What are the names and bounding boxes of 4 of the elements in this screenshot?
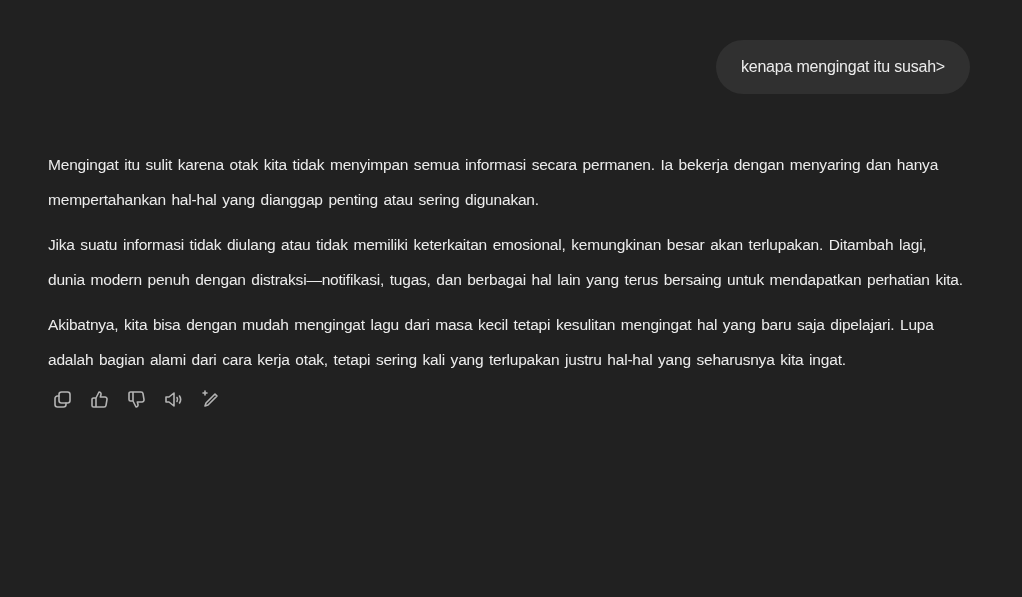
reply-paragraph: Akibatnya, kita bisa dengan mudah mengingat lagu dari masa kecil tetapi kesulitan mengingat hal yang baru saja dipelajari. Lupa adalah bagian alami dari cara kerja otak, tetapi sering kali yang terlupakan justru hal-hal yang seharusnya kita ingat.	[48, 315, 935, 370]
user-message: kenapa mengingat itu susah>	[715, 40, 970, 94]
reply-paragraph: Jika suatu informasi tidak diulang atau tidak memiliki keterkaitan emosional, kemungkinan besar akan terlupakan. Ditambah lagi, dunia modern penuh dengan distraksi—notifikasi, tugas, dan berbagai hal lain yang terus bersaing untuk mendapatkan perhatian kita.	[48, 235, 964, 290]
reply-paragraph: Mengingat itu sulit karena otak kita tidak menyimpan semua informasi secara permanen. Ia bekerja dengan menyaring dan hanya mempertahankan hal-hal yang dianggap penting atau sering digunakan.	[48, 155, 940, 210]
